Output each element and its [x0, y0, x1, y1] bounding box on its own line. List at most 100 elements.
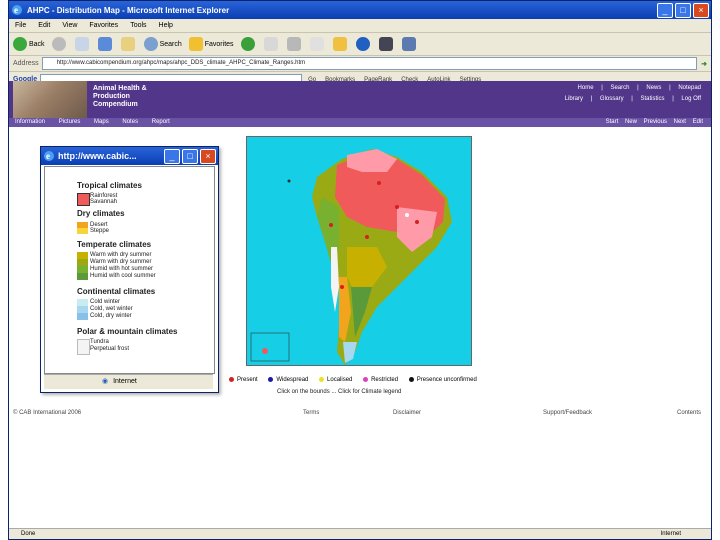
- forward-button[interactable]: [51, 37, 68, 51]
- title-bar: e AHPC - Distribution Map - Microsoft In…: [9, 1, 711, 19]
- status-zone: Internet: [660, 531, 681, 537]
- distribution-map[interactable]: [246, 136, 472, 366]
- close-button[interactable]: ×: [693, 2, 709, 18]
- menu-help[interactable]: Help: [153, 22, 179, 29]
- research-button[interactable]: [401, 37, 418, 51]
- nav-pictures[interactable]: Pictures: [59, 119, 81, 125]
- legend-label: Warm with dry summer: [90, 259, 152, 265]
- stop-button[interactable]: [74, 37, 91, 51]
- nav-notes[interactable]: Notes: [122, 119, 138, 125]
- messenger-icon: [378, 37, 393, 51]
- print-button[interactable]: [286, 37, 303, 51]
- legend-label: Perpetual frost: [90, 346, 130, 352]
- swatch-continental-3: [77, 313, 88, 320]
- forward-arrow-icon: [51, 37, 66, 51]
- link-notepad[interactable]: Notepad: [678, 85, 701, 91]
- search-button[interactable]: Search: [143, 37, 182, 51]
- popup-status-bar: ◉ Internet: [44, 374, 213, 389]
- link-statistics[interactable]: Statistics: [641, 96, 665, 102]
- maximize-button[interactable]: □: [675, 2, 691, 18]
- nav-previous[interactable]: Previous: [644, 119, 667, 125]
- menu-tools[interactable]: Tools: [124, 22, 152, 29]
- popup-title-bar: e http://www.cabic... _ □ ×: [41, 147, 218, 165]
- menu-view[interactable]: View: [56, 22, 83, 29]
- footer-support[interactable]: Support/Feedback: [543, 410, 592, 416]
- mail-button[interactable]: [263, 37, 280, 51]
- home-button[interactable]: [120, 37, 137, 51]
- site-banner: Animal Health & Production Compendium Ho…: [9, 81, 711, 118]
- edit-button[interactable]: [309, 37, 326, 51]
- link-glossary[interactable]: Glossary: [600, 96, 624, 102]
- nav-start[interactable]: Start: [606, 119, 619, 125]
- nav-maps[interactable]: Maps: [94, 119, 109, 125]
- legend-label: Warm with dry summer: [90, 252, 152, 258]
- nav-information[interactable]: Information: [15, 119, 45, 125]
- legend-label: Tundra: [90, 339, 109, 345]
- address-bar: Address http://www.cabicompendium.org/ah…: [9, 56, 711, 72]
- address-label: Address: [13, 60, 39, 67]
- swatch-polar: [77, 339, 90, 355]
- home-icon: [120, 37, 135, 51]
- back-button[interactable]: Back: [13, 37, 45, 51]
- favorites-button[interactable]: Favorites: [188, 37, 234, 51]
- link-logoff[interactable]: Log Off: [681, 96, 701, 102]
- globe-icon: ◉: [102, 378, 109, 385]
- edit-icon: [309, 37, 324, 51]
- swatch-continental-1: [77, 299, 88, 306]
- nav-edit[interactable]: Edit: [693, 119, 703, 125]
- swatch-rainforest: [77, 193, 90, 206]
- address-input[interactable]: http://www.cabicompendium.org/ahpc/maps/…: [41, 57, 698, 70]
- map-legend: Present Widespread Localised Restricted …: [229, 377, 569, 383]
- refresh-button[interactable]: [97, 37, 114, 51]
- link-news[interactable]: News: [646, 85, 661, 91]
- globe-button[interactable]: [355, 37, 372, 51]
- legend-label: Cold winter: [90, 299, 121, 305]
- link-library[interactable]: Library: [565, 96, 583, 102]
- swatch-temperate-1: [77, 252, 88, 259]
- window-title: AHPC - Distribution Map - Microsoft Inte…: [27, 5, 230, 15]
- menu-edit[interactable]: Edit: [32, 22, 56, 29]
- map-note[interactable]: Click on the bounds ... Click for Climat…: [277, 389, 401, 395]
- nav-report[interactable]: Report: [152, 119, 170, 125]
- ie-logo-icon: e: [12, 5, 22, 15]
- footer-terms[interactable]: Terms: [303, 410, 319, 416]
- folder-button[interactable]: [332, 37, 349, 51]
- back-arrow-icon: [13, 37, 27, 51]
- group-title: Continental climates: [77, 287, 156, 296]
- menu-file[interactable]: File: [9, 22, 32, 29]
- status-text: Done: [21, 531, 36, 537]
- swatch-temperate-3: [77, 266, 88, 273]
- link-search[interactable]: Search: [610, 85, 629, 91]
- legend-label: Steppe: [90, 228, 110, 234]
- go-icon[interactable]: ➜: [701, 60, 707, 68]
- legend-label: Humid with hot summer: [90, 266, 154, 272]
- refresh-icon: [97, 37, 112, 51]
- site-links-bottom: Library | Glossary | Statistics | Log Of…: [564, 96, 701, 102]
- legend-unconfirmed: Presence unconfirmed: [408, 377, 477, 383]
- swatch-temperate-2: [77, 259, 88, 266]
- menu-favorites[interactable]: Favorites: [83, 22, 124, 29]
- footer-contents[interactable]: Contents: [677, 410, 701, 416]
- popup-title: http://www.cabic...: [58, 151, 137, 161]
- popup-minimize-button[interactable]: _: [164, 148, 180, 164]
- legend-widespread: Widespread: [268, 377, 308, 383]
- nav-new[interactable]: New: [625, 119, 637, 125]
- legend-label: Cold, dry winter: [90, 313, 132, 319]
- link-home[interactable]: Home: [578, 85, 594, 91]
- legend-label: Cold, wet winter: [90, 306, 133, 312]
- menu-bar: File Edit View Favorites Tools Help: [9, 19, 711, 33]
- legend-label: Savannah: [90, 199, 118, 205]
- minimize-button[interactable]: _: [657, 2, 673, 18]
- folder-icon: [332, 37, 347, 51]
- popup-close-button[interactable]: ×: [200, 148, 216, 164]
- star-icon: [188, 37, 203, 51]
- popup-maximize-button[interactable]: □: [182, 148, 198, 164]
- footer-disclaimer[interactable]: Disclaimer: [393, 410, 421, 416]
- history-button[interactable]: [240, 37, 257, 51]
- status-bar: Done Internet: [9, 528, 711, 539]
- group-title: Dry climates: [77, 209, 125, 218]
- nav-next[interactable]: Next: [674, 119, 686, 125]
- svg-text:e: e: [14, 5, 18, 15]
- group-title: Temperate climates: [77, 240, 152, 249]
- messenger-button[interactable]: [378, 37, 395, 51]
